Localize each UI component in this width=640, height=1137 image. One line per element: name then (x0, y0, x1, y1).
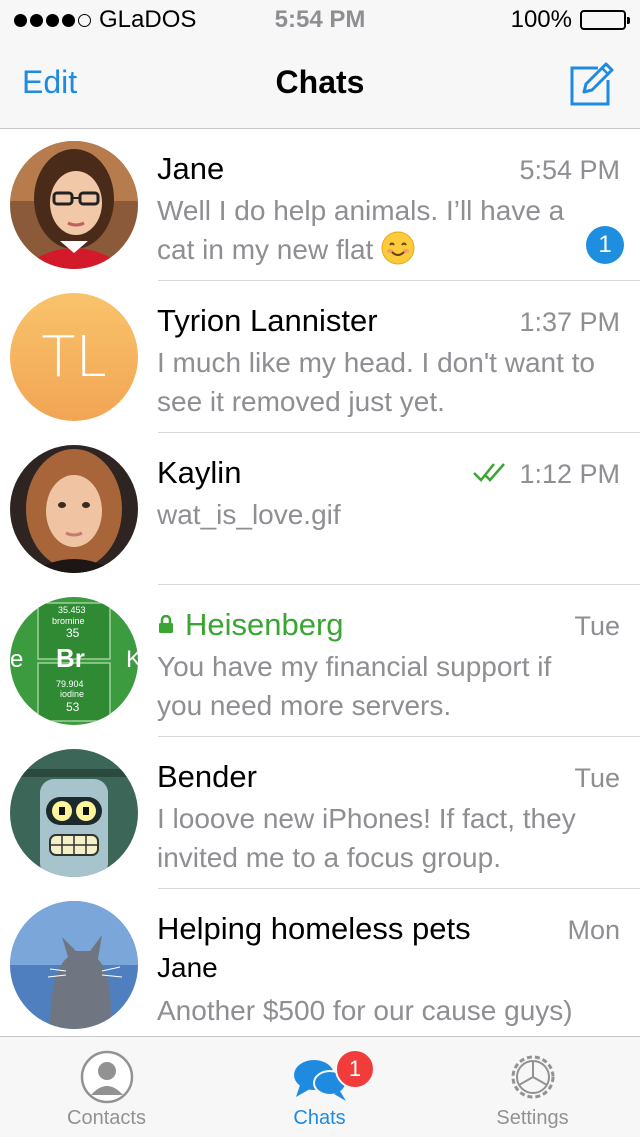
chat-preview: I looove new iPhones! If fact, they invi… (157, 803, 576, 873)
chat-time: 1:12 PM (519, 459, 620, 489)
avatar-initials: TL (10, 293, 138, 421)
avatar-bender (10, 749, 138, 877)
tab-bar: Contacts 1 Chats Settings (0, 1036, 640, 1137)
compose-icon[interactable] (568, 62, 614, 108)
svg-text:bromine: bromine (52, 616, 85, 626)
chat-time: Tue (574, 763, 620, 793)
chat-time: 5:54 PM (519, 155, 620, 185)
avatar-kaylin (10, 445, 138, 573)
chat-time: Tue (574, 611, 620, 641)
status-bar: GLaDOS 5:54 PM 100% (0, 0, 640, 40)
double-check-icon (473, 463, 505, 482)
chat-name: Tyrion Lannister (157, 303, 378, 338)
tab-label: Contacts (67, 1107, 146, 1129)
tab-label: Settings (496, 1107, 569, 1129)
svg-text:53: 53 (66, 700, 80, 714)
chat-sender: Jane (157, 952, 218, 983)
unread-badge: 1 (586, 226, 624, 264)
chat-preview: Another $500 for our cause guys) (157, 995, 573, 1026)
chat-row-helping-homeless-pets[interactable]: Helping homeless pets Mon Jane Another $… (0, 889, 640, 1036)
svg-text:35.453: 35.453 (58, 605, 86, 615)
svg-text:K: K (126, 646, 138, 673)
battery-info: 100% (510, 6, 630, 34)
battery-percent: 100% (510, 6, 572, 33)
contacts-icon (80, 1050, 133, 1104)
chat-row-tyrion-lannister[interactable]: TL Tyrion Lannister 1:37 PM I much like … (0, 281, 640, 433)
chat-name-text: Heisenberg (185, 607, 344, 642)
svg-text:79.904: 79.904 (56, 679, 84, 689)
chat-row-heisenberg[interactable]: 35.453 bromine 35 Br e K 79.904 iodine 5… (0, 585, 640, 737)
page-title: Chats (275, 64, 365, 100)
lock-icon (159, 615, 173, 633)
avatar-group-pets (10, 901, 138, 1029)
settings-icon (511, 1055, 554, 1099)
tab-label: Chats (293, 1107, 346, 1129)
chat-name: Heisenberg (157, 607, 344, 643)
tab-chats[interactable]: 1 Chats (213, 1037, 426, 1137)
chat-preview: wat_is_love.gif (157, 499, 341, 530)
svg-text:Br: Br (56, 643, 85, 673)
smiling-face-icon (381, 231, 415, 265)
chat-row-bender[interactable]: Bender Tue I looove new iPhones! If fact… (0, 737, 640, 889)
navigation-bar: Edit Chats (0, 40, 640, 129)
chat-preview: I much like my head. I don't want to see… (157, 347, 596, 417)
tab-settings[interactable]: Settings (426, 1037, 639, 1137)
chat-time: 1:37 PM (519, 307, 620, 337)
avatar-heisenberg: 35.453 bromine 35 Br e K 79.904 iodine 5… (10, 597, 138, 725)
avatar-jane (10, 141, 138, 269)
chat-time: Mon (567, 915, 620, 945)
tab-contacts[interactable]: Contacts (0, 1037, 213, 1137)
chat-preview: You have my financial support if you nee… (157, 651, 552, 721)
svg-text:iodine: iodine (60, 689, 84, 699)
svg-text:35: 35 (66, 626, 80, 640)
svg-text:e: e (10, 646, 23, 673)
chat-row-jane[interactable]: Jane 5:54 PM Well I do help animals. I’l… (0, 129, 640, 281)
chat-row-kaylin[interactable]: Kaylin 1:12 PM wat_is_love.gif (0, 433, 640, 585)
battery-icon (580, 10, 630, 30)
chat-preview: Well I do help animals. I’ll have a cat … (157, 191, 597, 269)
chat-name: Jane (157, 151, 225, 186)
chat-name: Bender (157, 759, 257, 794)
tab-badge: 1 (335, 1049, 375, 1089)
chat-name: Kaylin (157, 455, 242, 490)
chat-preview-text: Well I do help animals. I’ll have a cat … (157, 195, 565, 265)
chat-name: Helping homeless pets (157, 911, 471, 946)
chat-list[interactable]: Jane 5:54 PM Well I do help animals. I’l… (0, 129, 640, 1036)
